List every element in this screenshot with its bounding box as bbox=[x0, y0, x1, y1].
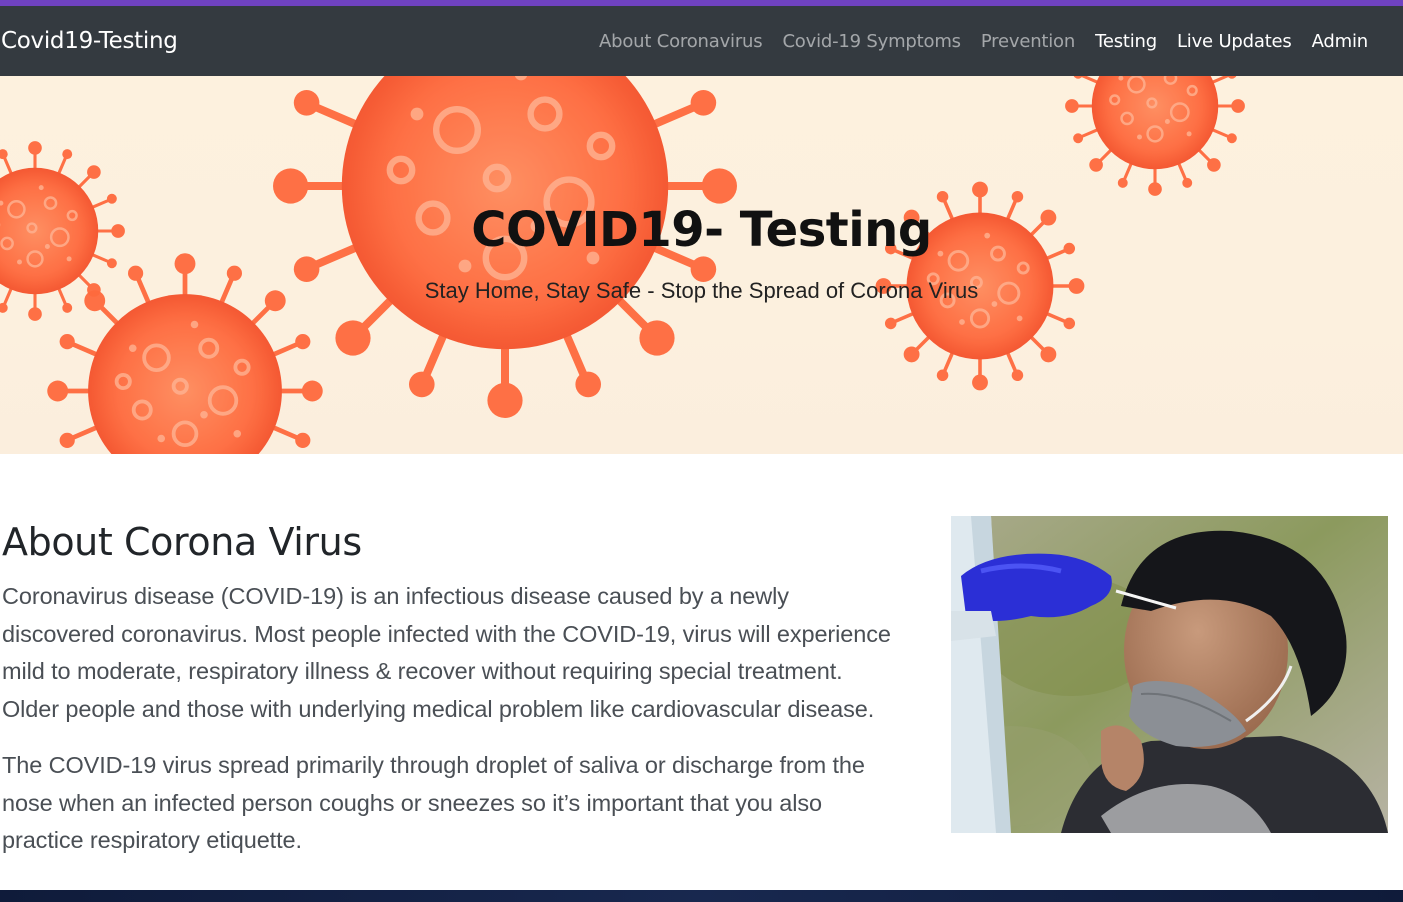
about-text: Coronavirus disease (COVID-19) is an inf… bbox=[2, 578, 902, 879]
hero-subtitle: Stay Home, Stay Safe - Stop the Spread o… bbox=[424, 278, 979, 303]
photo-illustration bbox=[951, 516, 1388, 833]
nav-link-symptoms[interactable]: Covid-19 Symptoms bbox=[772, 31, 970, 52]
nav-link-about-coronavirus[interactable]: About Coronavirus bbox=[589, 31, 772, 52]
nav-item-prevention: Prevention bbox=[971, 31, 1085, 52]
nasal-swab-test-photo bbox=[951, 516, 1388, 833]
about-heading: About Corona Virus bbox=[2, 520, 362, 564]
nav-item-about: About Coronavirus bbox=[589, 31, 772, 52]
nav-item-admin: Admin bbox=[1302, 31, 1378, 52]
about-section: About Corona Virus Coronavirus disease (… bbox=[0, 454, 1403, 890]
nav-item-live-updates: Live Updates bbox=[1167, 31, 1302, 52]
nav-link-admin[interactable]: Admin bbox=[1302, 31, 1378, 52]
virus-background-illustration bbox=[0, 76, 1247, 454]
navbar: Covid19-Testing About Coronavirus Covid-… bbox=[0, 6, 1403, 76]
nav-menu: About Coronavirus Covid-19 Symptoms Prev… bbox=[589, 31, 1378, 52]
about-paragraph-2: The COVID-19 virus spread primarily thro… bbox=[2, 752, 865, 853]
nav-link-testing[interactable]: Testing bbox=[1085, 31, 1167, 52]
nav-link-live-updates[interactable]: Live Updates bbox=[1167, 31, 1302, 52]
footer-bar bbox=[0, 890, 1403, 902]
nav-item-testing: Testing bbox=[1085, 31, 1167, 52]
hero-banner: COVID19- Testing Stay Home, Stay Safe - … bbox=[0, 76, 1403, 454]
brand-link[interactable]: Covid19-Testing bbox=[0, 28, 178, 54]
about-paragraph-1: Coronavirus disease (COVID-19) is an inf… bbox=[2, 583, 891, 722]
nav-link-prevention[interactable]: Prevention bbox=[971, 31, 1085, 52]
hero-title: COVID19- Testing bbox=[471, 202, 932, 258]
nav-item-symptoms: Covid-19 Symptoms bbox=[772, 31, 970, 52]
